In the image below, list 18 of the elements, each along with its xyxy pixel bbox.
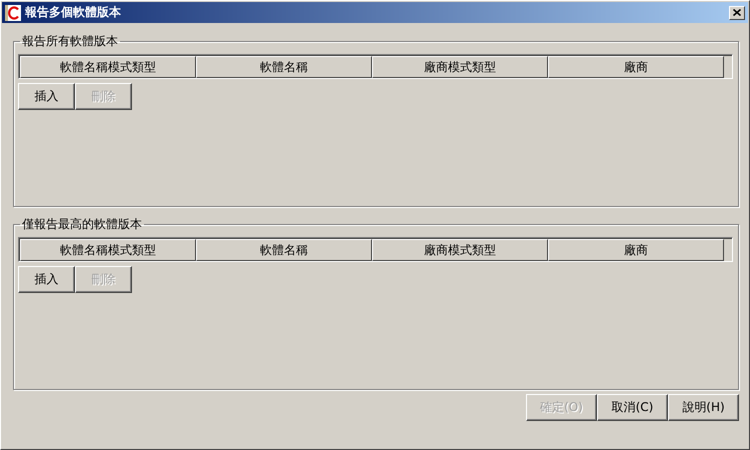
close-button[interactable] bbox=[729, 6, 745, 20]
group-title: 報告所有軟體版本 bbox=[21, 33, 119, 50]
column-header[interactable]: 廠商模式類型 bbox=[372, 56, 548, 78]
column-header[interactable]: 軟體名稱 bbox=[196, 56, 372, 78]
close-icon bbox=[733, 9, 741, 16]
column-header[interactable]: 軟體名稱 bbox=[196, 239, 372, 261]
column-header[interactable]: 軟體名稱模式類型 bbox=[20, 56, 196, 78]
column-header[interactable]: 廠商 bbox=[548, 239, 724, 261]
column-header[interactable]: 廠商模式類型 bbox=[372, 239, 548, 261]
action-button[interactable]: 插入 bbox=[18, 266, 75, 293]
column-header[interactable]: 廠商 bbox=[548, 56, 724, 78]
dialog-button[interactable]: 取消(C) bbox=[597, 394, 668, 421]
action-button[interactable]: 插入 bbox=[18, 83, 75, 110]
dialog-button[interactable]: 說明(H) bbox=[668, 394, 739, 421]
window-title: 報告多個軟體版本 bbox=[25, 4, 122, 21]
group-title: 僅報告最高的軟體版本 bbox=[21, 216, 143, 233]
app-icon bbox=[5, 4, 21, 20]
column-header[interactable]: 軟體名稱模式類型 bbox=[20, 239, 196, 261]
